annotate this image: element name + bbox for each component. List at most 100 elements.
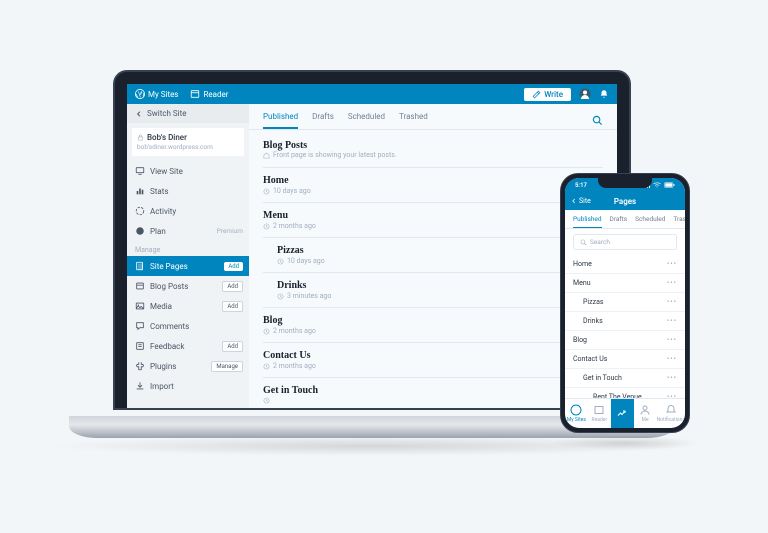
tab-scheduled[interactable]: Scheduled	[348, 112, 385, 129]
page-row[interactable]: Blog2 months ago	[263, 307, 603, 342]
phone-nav-notifications[interactable]: Notifications	[657, 399, 685, 428]
clock-icon	[263, 223, 270, 230]
phone-nav-my-sites[interactable]: My Sites	[565, 399, 588, 428]
phone-nav-me[interactable]: Me	[634, 399, 657, 428]
sidebar: Switch Site Bob's Diner bob'sdiner.wordp…	[127, 104, 249, 408]
my-sites-label: My Sites	[148, 90, 178, 99]
site-url-label: bob'sdiner.wordpress.com	[137, 143, 239, 151]
comments-icon	[135, 321, 145, 331]
nav-view-site[interactable]: View Site	[127, 161, 249, 181]
phone-header: Site Pages	[565, 192, 685, 210]
phone-page-row[interactable]: Menu•••	[565, 274, 685, 293]
badge-manage[interactable]: Manage	[211, 361, 243, 372]
phone-notch	[598, 178, 652, 188]
blog-posts-sub: Front page is showing your latest posts.	[273, 151, 397, 159]
phone-page-row[interactable]: Home•••	[565, 255, 685, 274]
nav-media[interactable]: MediaAdd	[127, 296, 249, 316]
nav-plan[interactable]: PlanPremium	[127, 221, 249, 241]
write-label: Write	[544, 90, 563, 99]
media-icon	[135, 301, 145, 311]
phone-tabs: Published Drafts Scheduled Trashed	[565, 210, 685, 229]
phone-pages-list: Home•••Menu•••Pizzas•••Drinks•••Blog•••C…	[565, 255, 685, 398]
blog-posts-title: Blog Posts	[263, 140, 603, 151]
page-row[interactable]: Menu2 months ago	[263, 202, 603, 237]
phone-page-row[interactable]: Pizzas•••	[565, 293, 685, 312]
nav-blog-posts[interactable]: Blog PostsAdd	[127, 276, 249, 296]
clock-icon	[263, 188, 270, 195]
battery-icon	[664, 182, 675, 188]
switch-site-label: Switch Site	[147, 109, 186, 118]
page-row[interactable]: Home10 days ago	[263, 167, 603, 202]
phone-nav-write[interactable]	[611, 399, 634, 428]
admin-topbar: My Sites Reader Write	[127, 84, 617, 104]
phone-page-row[interactable]: Contact Us•••	[565, 350, 685, 369]
phone-tab-drafts[interactable]: Drafts	[610, 215, 628, 228]
plan-icon	[135, 226, 145, 236]
switch-site-button[interactable]: Switch Site	[127, 104, 249, 123]
phone-tab-trashed[interactable]: Trashed	[673, 215, 685, 228]
phone-search-input[interactable]: Search	[573, 234, 677, 250]
wifi-icon	[653, 182, 661, 188]
site-card[interactable]: Bob's Diner bob'sdiner.wordpress.com	[132, 128, 244, 156]
search-icon[interactable]	[592, 115, 603, 126]
badge-add[interactable]: Add	[222, 301, 243, 312]
nav-import[interactable]: Import	[127, 376, 249, 396]
tab-trashed[interactable]: Trashed	[399, 112, 428, 129]
more-icon[interactable]: •••	[667, 260, 677, 268]
phone-back-label: Site	[579, 197, 591, 205]
more-icon[interactable]: •••	[667, 374, 677, 382]
plugins-icon	[135, 361, 145, 371]
search-icon	[580, 239, 587, 246]
page-row[interactable]: Get in Touch	[263, 377, 603, 408]
badge-add[interactable]: Add	[222, 281, 243, 292]
wordpress-icon	[135, 89, 145, 99]
more-icon[interactable]: •••	[667, 279, 677, 287]
my-sites-link[interactable]: My Sites	[135, 89, 178, 99]
nav-plugins[interactable]: PluginsManage	[127, 356, 249, 376]
phone-tab-scheduled[interactable]: Scheduled	[635, 215, 665, 228]
page-row[interactable]: Drinks3 minutes ago	[263, 272, 603, 307]
clock-icon	[277, 293, 284, 300]
avatar-icon[interactable]	[579, 88, 591, 100]
posts-icon	[135, 281, 145, 291]
page-row[interactable]: Contact Us2 months ago	[263, 342, 603, 377]
more-icon[interactable]: •••	[667, 355, 677, 363]
more-icon[interactable]: •••	[667, 298, 677, 306]
bell-icon[interactable]	[599, 89, 609, 99]
nav-comments[interactable]: Comments	[127, 316, 249, 336]
laptop-device: My Sites Reader Write	[113, 70, 631, 428]
manage-section-header: Manage	[127, 241, 249, 256]
phone-page-row[interactable]: Rent The Venue•••	[565, 388, 685, 398]
chevron-left-icon	[135, 110, 143, 118]
nav-feedback[interactable]: FeedbackAdd	[127, 336, 249, 356]
phone-device: 5:17 Site Pages Published Drafts Scheduled…	[560, 173, 690, 433]
badge-add[interactable]: Add	[224, 262, 243, 271]
phone-page-row[interactable]: Get in Touch•••	[565, 369, 685, 388]
write-button[interactable]: Write	[524, 88, 571, 101]
clock-icon	[263, 363, 270, 370]
reader-label: Reader	[203, 90, 228, 99]
import-icon	[135, 381, 145, 391]
tab-published[interactable]: Published	[263, 112, 298, 129]
page-row[interactable]: Pizzas10 days ago	[263, 237, 603, 272]
badge-add[interactable]: Add	[222, 341, 243, 352]
nav-stats[interactable]: Stats	[127, 181, 249, 201]
more-icon[interactable]: •••	[667, 317, 677, 325]
phone-tab-published[interactable]: Published	[573, 215, 602, 228]
feedback-icon	[135, 341, 145, 351]
phone-page-row[interactable]: Blog•••	[565, 331, 685, 350]
blog-posts-header: Blog Posts Front page is showing your la…	[263, 140, 603, 159]
nav-site-pages[interactable]: Site PagesAdd	[127, 256, 249, 276]
activity-icon	[135, 206, 145, 216]
reader-link[interactable]: Reader	[190, 89, 228, 99]
home-icon	[263, 152, 270, 159]
phone-nav-reader[interactable]: Reader	[588, 399, 611, 428]
phone-time: 5:17	[575, 182, 587, 189]
nav-activity[interactable]: Activity	[127, 201, 249, 221]
phone-back-button[interactable]: Site	[571, 197, 591, 205]
chevron-left-icon	[571, 197, 577, 205]
pages-icon	[135, 261, 145, 271]
phone-page-row[interactable]: Drinks•••	[565, 312, 685, 331]
tab-drafts[interactable]: Drafts	[312, 112, 334, 129]
more-icon[interactable]: •••	[667, 336, 677, 344]
